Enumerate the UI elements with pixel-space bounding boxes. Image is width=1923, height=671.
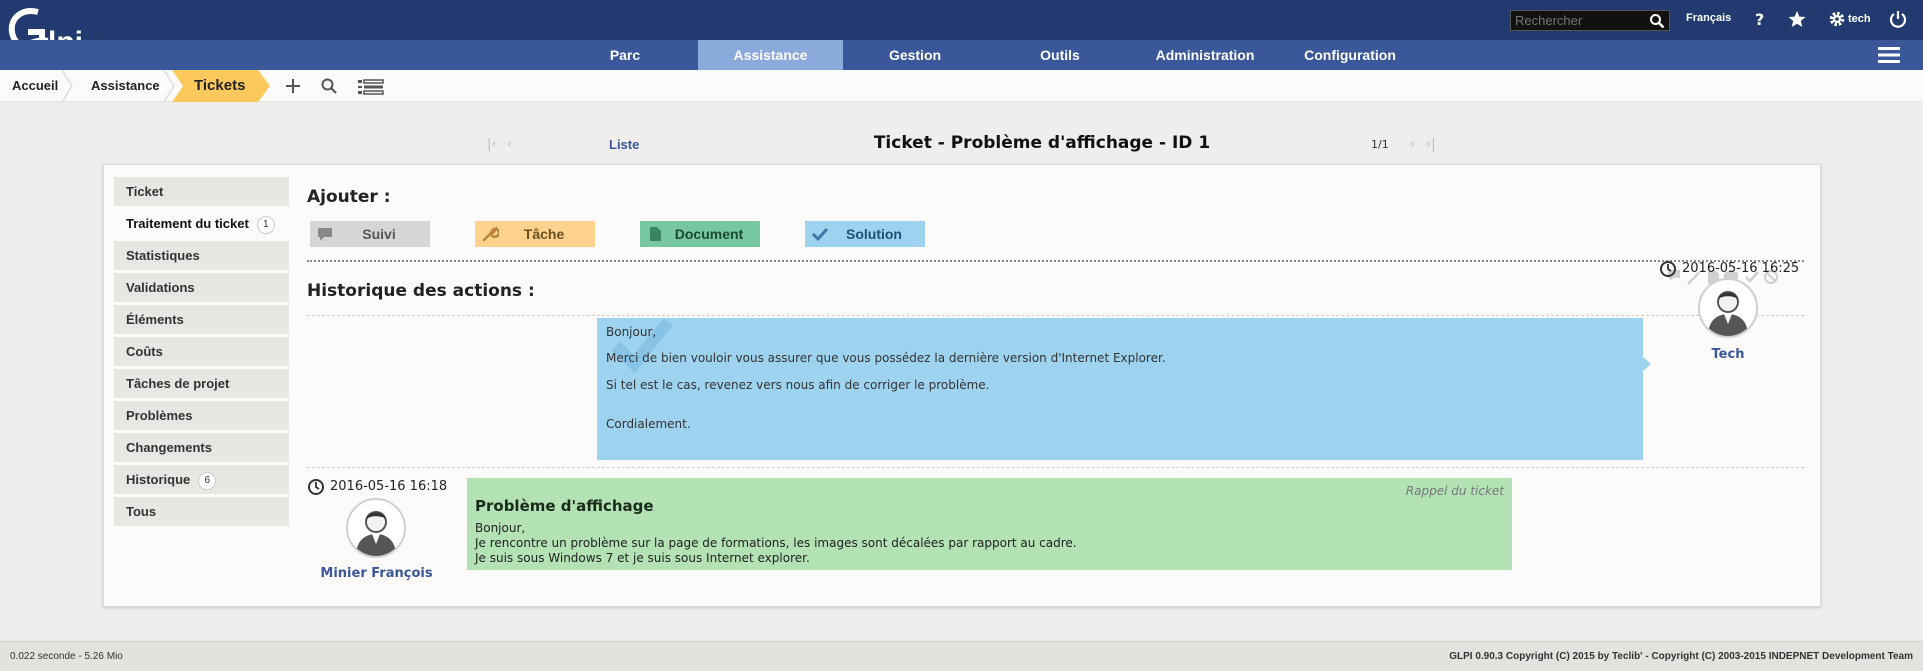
- tab-tous[interactable]: Tous: [114, 497, 289, 526]
- tab-ticket[interactable]: Ticket: [114, 177, 289, 206]
- menu-outils[interactable]: Outils: [1015, 40, 1105, 70]
- hamburger-menu-icon[interactable]: [1878, 46, 1900, 64]
- last-item-icon[interactable]: ›|: [1426, 137, 1436, 152]
- search-icon[interactable]: [1649, 13, 1665, 29]
- svg-text:?: ?: [1755, 10, 1764, 29]
- solution-line: Merci de bien vouloir vous assurer que v…: [606, 351, 1166, 365]
- add-followup-button[interactable]: Suivi: [310, 221, 430, 247]
- ticket-line: Je rencontre un problème sur la page de …: [475, 536, 1077, 550]
- separator: [307, 260, 1804, 262]
- ticket-date: 2016-05-16 16:18: [330, 479, 448, 494]
- item-counter: 1/1: [1371, 138, 1389, 151]
- add-solution-button[interactable]: Solution: [805, 221, 925, 247]
- solution-line: Si tel est le cas, revenez vers nous afi…: [606, 378, 990, 392]
- ticket-line: Je suis sous Windows 7 et je suis sous I…: [475, 551, 810, 565]
- tab-badge: 1: [256, 215, 275, 234]
- tab-statistiques[interactable]: Statistiques: [114, 241, 289, 270]
- star-icon[interactable]: [1787, 9, 1807, 29]
- menu-assistance[interactable]: Assistance: [698, 40, 843, 70]
- menu-parc[interactable]: Parc: [580, 40, 670, 70]
- footer-timing: 0.022 seconde - 5.26 Mio: [10, 651, 123, 662]
- menu-configuration[interactable]: Configuration: [1290, 40, 1410, 70]
- wrench-icon: [482, 225, 499, 242]
- breadcrumb: Accueil Assistance Tickets: [0, 70, 1923, 102]
- footer-copyright[interactable]: GLPI 0.90.3 Copyright (C) 2015 by Teclib…: [1449, 651, 1913, 662]
- solution-bubble: Bonjour, Merci de bien vouloir vous assu…: [597, 318, 1643, 460]
- clock-icon: [308, 479, 324, 495]
- ticket-panel: Ticket Traitement du ticket 1 Statistique…: [103, 164, 1821, 607]
- clock-icon: [1660, 261, 1676, 277]
- ticket-bubble: Rappel du ticket Problème d'affichage Bo…: [467, 478, 1512, 570]
- main-menu: Parc Assistance Gestion Outils Administr…: [0, 40, 1923, 70]
- menu-administration[interactable]: Administration: [1140, 40, 1270, 70]
- solution-line: Cordialement.: [606, 417, 691, 431]
- tab-couts[interactable]: Coûts: [114, 337, 289, 366]
- tab-elements[interactable]: Éléments: [114, 305, 289, 334]
- search-input[interactable]: [1511, 11, 1641, 30]
- ticket-line: Bonjour,: [475, 521, 526, 535]
- tab-traitement[interactable]: Traitement du ticket 1: [114, 209, 289, 238]
- page-title: Ticket - Problème d'affichage - ID 1: [873, 133, 1211, 153]
- gear-icon[interactable]: [1827, 9, 1847, 29]
- user-name[interactable]: tech: [1848, 13, 1871, 25]
- previous-item-icon[interactable]: ‹: [507, 137, 512, 152]
- search-box[interactable]: [1510, 10, 1670, 31]
- next-item-icon[interactable]: ›: [1410, 137, 1415, 152]
- language-selector[interactable]: Français: [1686, 12, 1731, 24]
- tab-validations[interactable]: Validations: [114, 273, 289, 302]
- first-item-icon[interactable]: |‹: [487, 137, 497, 152]
- logout-icon[interactable]: [1888, 9, 1908, 29]
- add-title: Ajouter :: [307, 187, 391, 207]
- breadcrumb-home[interactable]: Accueil: [12, 70, 58, 102]
- breadcrumb-separator: [62, 70, 73, 102]
- separator: [307, 467, 1804, 468]
- history-title: Historique des actions :: [307, 281, 535, 301]
- footer: 0.022 seconde - 5.26 Mio GLPI 0.90.3 Cop…: [0, 641, 1923, 671]
- avatar: [1698, 278, 1758, 338]
- breadcrumb-assistance[interactable]: Assistance: [91, 70, 160, 102]
- separator: [307, 315, 1804, 316]
- list-link[interactable]: Liste: [609, 137, 639, 152]
- help-icon[interactable]: ?: [1750, 9, 1770, 29]
- tab-historique[interactable]: Historique 6: [114, 465, 289, 494]
- add-task-button[interactable]: Tâche: [475, 221, 595, 247]
- tab-taches-projet[interactable]: Tâches de projet: [114, 369, 289, 398]
- comment-icon: [318, 228, 332, 241]
- ticket-description: Bonjour, Je rencontre un problème sur la…: [475, 521, 1077, 566]
- top-bar: lpi Français ? tech: [0, 0, 1923, 59]
- ticket-author[interactable]: Minier François: [304, 566, 449, 581]
- ticket-title: Problème d'affichage: [475, 497, 654, 515]
- bubble-pointer: [1643, 357, 1651, 371]
- document-icon: [650, 227, 661, 241]
- add-icon[interactable]: [284, 77, 302, 95]
- check-icon: [811, 227, 829, 242]
- tab-changements[interactable]: Changements: [114, 433, 289, 462]
- solution-date: 2016-05-16 16:25: [1682, 261, 1800, 276]
- solution-line: Bonjour,: [606, 325, 657, 339]
- search-icon[interactable]: [320, 77, 338, 95]
- solution-author[interactable]: Tech: [1678, 347, 1778, 362]
- ticket-recall-label: Rappel du ticket: [1405, 484, 1504, 498]
- tab-problemes[interactable]: Problèmes: [114, 401, 289, 430]
- list-view-icon[interactable]: [357, 78, 384, 96]
- avatar: [346, 498, 406, 558]
- tab-badge: 6: [198, 471, 217, 490]
- add-document-button[interactable]: Document: [640, 221, 760, 247]
- breadcrumb-tickets[interactable]: Tickets: [172, 70, 270, 102]
- menu-gestion[interactable]: Gestion: [870, 40, 960, 70]
